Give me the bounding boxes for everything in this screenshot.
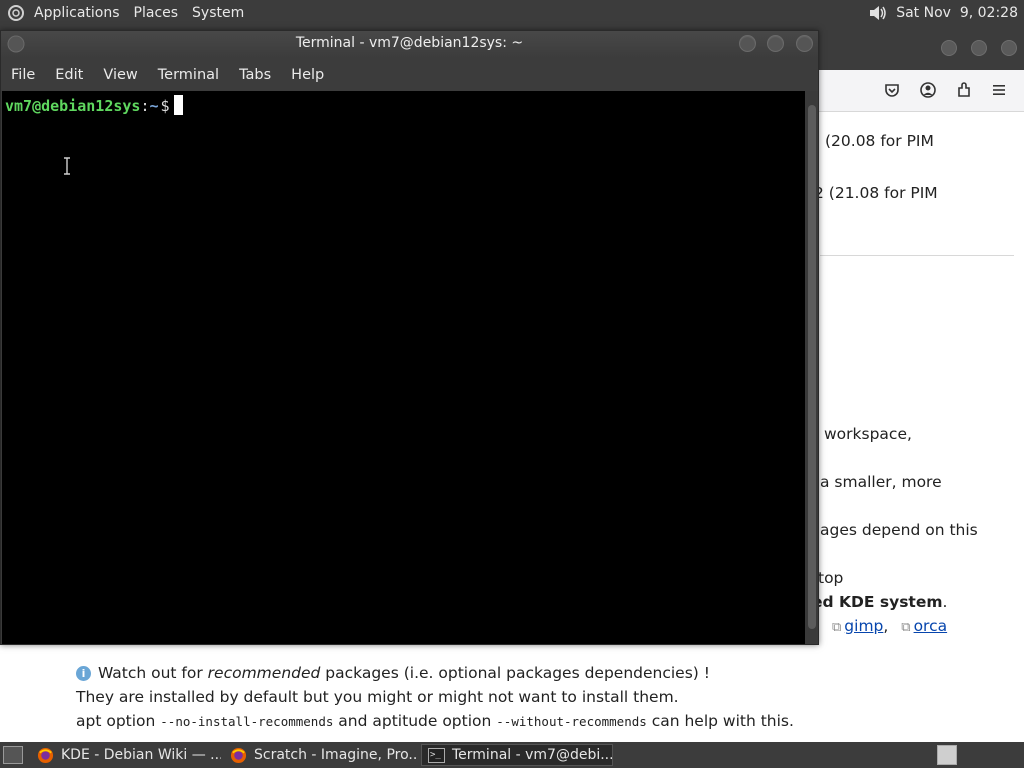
note-emphasis: recommended bbox=[207, 664, 321, 682]
note-text: can help with this. bbox=[646, 712, 794, 730]
window-menu-icon[interactable] bbox=[7, 35, 25, 53]
menu-help[interactable]: Help bbox=[281, 67, 334, 83]
mouse-ibeam-icon bbox=[64, 157, 70, 175]
applications-menu[interactable]: Applications bbox=[27, 0, 127, 26]
pocket-icon[interactable] bbox=[881, 79, 903, 101]
info-icon: i bbox=[76, 666, 91, 681]
prompt-line: vm7@debian12sys:~ $ bbox=[5, 95, 183, 115]
panel-right: Sat Nov 9, 02:28 bbox=[868, 0, 1018, 26]
terminal-titlebar[interactable]: Terminal - vm7@debian12sys: ~ bbox=[1, 31, 818, 58]
package-icon: ⧉ bbox=[832, 620, 842, 635]
task-label: Terminal - vm7@debi... bbox=[452, 747, 613, 763]
menu-tabs[interactable]: Tabs bbox=[229, 67, 281, 83]
gimp-link[interactable]: gimp bbox=[844, 617, 883, 635]
code-without-recommends: --without-recommends bbox=[496, 714, 647, 729]
scrollbar-thumb[interactable] bbox=[808, 105, 816, 629]
prompt-separator: : bbox=[140, 97, 150, 115]
prompt-path: ~ bbox=[149, 97, 159, 115]
task-label: Scratch - Imagine, Pro... bbox=[254, 747, 418, 763]
panel-menus: Applications Places System bbox=[0, 0, 251, 26]
menu-view[interactable]: View bbox=[93, 67, 147, 83]
browser-minimize-button[interactable] bbox=[941, 40, 957, 56]
note-text: apt option bbox=[76, 712, 161, 730]
terminal-window[interactable]: Terminal - vm7@debian12sys: ~ File Edit … bbox=[0, 30, 819, 645]
wiki-text-line: workspace, bbox=[824, 425, 912, 443]
terminal-scrollbar[interactable] bbox=[806, 91, 818, 644]
menu-terminal[interactable]: Terminal bbox=[148, 67, 229, 83]
extensions-icon[interactable] bbox=[953, 79, 975, 101]
account-icon[interactable] bbox=[917, 79, 939, 101]
task-kde-wiki[interactable]: KDE - Debian Wiki — ... bbox=[31, 744, 221, 766]
kde-system-bold: ed KDE system bbox=[812, 593, 943, 611]
note-post: packages (i.e. optional packages depende… bbox=[320, 664, 710, 682]
note-pre: Watch out for bbox=[97, 664, 208, 682]
menu-icon[interactable] bbox=[988, 79, 1010, 101]
terminal-minimize-button[interactable] bbox=[739, 35, 756, 52]
orca-link[interactable]: orca bbox=[914, 617, 948, 635]
firefox-icon bbox=[230, 747, 247, 763]
wiki-text-line: (20.08 for PIM bbox=[825, 132, 934, 150]
period: . bbox=[942, 593, 948, 611]
package-icon: ⧉ bbox=[901, 620, 911, 635]
desktop: Applications Places System Sat Nov 9, 02… bbox=[0, 0, 1024, 768]
browser-maximize-button[interactable] bbox=[971, 40, 987, 56]
terminal-menubar: File Edit View Terminal Tabs Help bbox=[1, 58, 818, 91]
browser-close-button[interactable] bbox=[1001, 40, 1017, 56]
task-terminal[interactable]: >_ Terminal - vm7@debi... bbox=[421, 744, 613, 766]
system-menu[interactable]: System bbox=[185, 0, 251, 26]
clock[interactable]: Sat Nov 9, 02:28 bbox=[896, 5, 1018, 21]
volume-icon[interactable] bbox=[868, 4, 888, 22]
terminal-output[interactable]: vm7@debian12sys:~ $ bbox=[2, 91, 805, 644]
note-text: and aptitude option bbox=[333, 712, 497, 730]
top-panel: Applications Places System Sat Nov 9, 02… bbox=[0, 0, 1024, 26]
prompt-user: vm7@debian12sys bbox=[5, 97, 141, 115]
code-no-install-recommends: --no-install-recommends bbox=[160, 714, 334, 729]
task-label: KDE - Debian Wiki — ... bbox=[61, 747, 221, 763]
taskbar: KDE - Debian Wiki — ... Scratch - Imagin… bbox=[0, 742, 1024, 768]
separator: , bbox=[883, 617, 889, 635]
prompt-dollar: $ bbox=[160, 97, 170, 115]
menu-file[interactable]: File bbox=[1, 67, 45, 83]
wiki-text-line: 2 (21.08 for PIM bbox=[814, 184, 938, 202]
workspace-switcher[interactable] bbox=[937, 745, 957, 765]
terminal-maximize-button[interactable] bbox=[767, 35, 784, 52]
places-menu[interactable]: Places bbox=[127, 0, 186, 26]
task-scratch[interactable]: Scratch - Imagine, Pro... bbox=[224, 744, 418, 766]
show-desktop-button[interactable] bbox=[3, 746, 23, 764]
terminal-icon: >_ bbox=[428, 747, 445, 763]
wiki-text-line: a smaller, more bbox=[820, 473, 942, 491]
note-line-1: i Watch out for recommended packages (i.… bbox=[76, 664, 710, 682]
wiki-text-line: ed KDE system. bbox=[812, 593, 947, 611]
package-links: ⧉ gimp, ⧉ orca bbox=[832, 617, 947, 635]
terminal-close-button[interactable] bbox=[796, 35, 813, 52]
wiki-text-line: ages depend on this bbox=[820, 521, 978, 539]
wiki-text-line: top bbox=[818, 569, 844, 587]
note-line-2: They are installed by default but you mi… bbox=[76, 688, 679, 706]
firefox-icon bbox=[37, 747, 54, 763]
text-cursor bbox=[173, 95, 183, 115]
note-line-3: apt option --no-install-recommends and a… bbox=[76, 712, 794, 730]
terminal-title: Terminal - vm7@debian12sys: ~ bbox=[295, 35, 524, 51]
divider bbox=[820, 255, 1014, 256]
debian-logo-icon[interactable] bbox=[7, 4, 25, 22]
menu-edit[interactable]: Edit bbox=[45, 67, 93, 83]
